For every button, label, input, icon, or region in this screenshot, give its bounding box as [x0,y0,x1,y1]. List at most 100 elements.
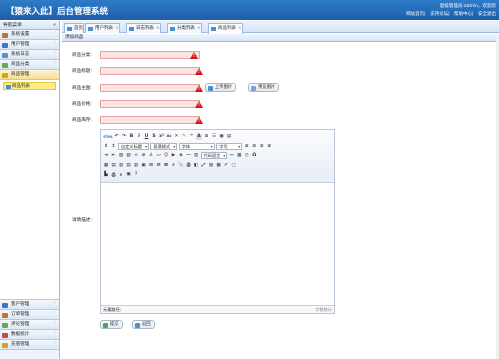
link-icon[interactable]: ∞ [133,153,139,159]
code-language-dropdown[interactable]: 代码语言 [200,152,228,160]
superscript-icon[interactable]: x² [159,134,165,140]
template-icon[interactable]: ▥ [193,153,199,159]
anchor-icon[interactable]: ⚓ [148,153,154,159]
right-float-icon[interactable]: ▨ [126,153,132,159]
clear-format-icon[interactable]: ✕ [174,134,180,140]
date-icon[interactable]: ▦ [236,153,242,159]
redo-icon[interactable]: ↷ [121,134,127,140]
tab-goods-list[interactable]: 商品列表 × [208,23,243,34]
select-all-icon[interactable]: ▣ [219,134,225,140]
sidebar-item-settings[interactable]: 系统设置 ˅ [0,30,59,40]
close-icon[interactable]: × [115,26,119,31]
time-icon[interactable]: ◷ [244,153,250,159]
drafts-icon[interactable]: ▣ [126,172,132,178]
align-left-icon[interactable]: ≡ [244,143,250,149]
source-code-button[interactable]: HTML [103,134,113,140]
horizontal-rule-icon[interactable]: — [229,153,235,159]
close-icon[interactable]: × [197,26,201,31]
close-icon[interactable]: × [238,26,242,31]
map-icon[interactable]: ◈ [178,153,184,159]
attachment-icon[interactable]: 📎 [178,162,184,168]
page-break-icon[interactable]: ⋯ [186,153,192,159]
row-spacing-icon[interactable]: ⇕ [103,143,109,149]
ordered-list-icon[interactable]: ☰ [211,134,217,140]
delete-row-icon[interactable]: ▤ [126,162,132,168]
submit-button[interactable]: 提交 [100,320,123,329]
scrawl-icon[interactable]: ✐ [223,162,229,168]
print-icon[interactable]: ⎙ [186,162,192,168]
table-props-icon[interactable]: ⊠ [163,162,169,168]
link-home[interactable]: 网站首页 [406,12,424,17]
subscript-icon[interactable]: x₂ [166,134,172,140]
sidebar-item-categories[interactable]: 商品分类 ˅ [0,60,59,70]
format-painter-icon[interactable]: ✎ [181,134,187,140]
upload-image-button[interactable]: 上传图片 [205,83,237,92]
sidebar-item-recharge[interactable]: 充值管理 ˅ [0,340,59,350]
video-icon[interactable]: ▶ [171,153,177,159]
unlink-icon[interactable]: ⊘ [141,153,147,159]
rich-text-editor[interactable]: HTML ↶ ↷ B I U S x² x₂ ✕ ✎ ❝ A ≡ ☰ ▣ ▤ ⇕… [100,129,335,314]
sidebar-subitem-goods-list[interactable]: 商品列表 [3,82,56,90]
justify-icon[interactable]: ≡ [266,143,272,149]
sidebar-item-goods[interactable]: 商品管理 ˄ [0,70,59,80]
word-count-icon[interactable]: ▨ [208,162,214,168]
link-logout[interactable]: 安全退出 [478,12,496,17]
collapse-icon[interactable]: « [53,21,56,30]
tab-category-list[interactable]: 分类列表 × [167,23,202,33]
underline-icon[interactable]: U [144,134,150,140]
close-icon[interactable]: × [156,26,160,31]
custom-title-dropdown[interactable]: 自定义标题 [118,142,149,150]
link-help[interactable]: 帮助中心 [454,12,472,17]
sidebar-item-customers[interactable]: 客户管理 ˅ [0,300,59,310]
align-right-icon[interactable]: ≡ [259,143,265,149]
delete-col-icon[interactable]: ▥ [133,162,139,168]
blockquote-icon[interactable]: ❝ [189,134,195,140]
table-icon[interactable]: ▦ [103,162,109,168]
bold-icon[interactable]: B [129,134,135,140]
clean-doc-icon[interactable]: ▤ [226,134,232,140]
preview-image-button[interactable]: 预览图片 [248,83,280,92]
font-family-dropdown[interactable]: 字体 [178,142,215,150]
align-center-icon[interactable]: ≡ [251,143,257,149]
sidebar-item-users[interactable]: 用户管理 ˅ [0,40,59,50]
strikethrough-icon[interactable]: S [151,134,157,140]
text-color-icon[interactable]: A [196,133,202,140]
price-input[interactable] [100,100,200,108]
back-button[interactable]: 返回 [132,320,155,329]
help-icon[interactable]: ? [133,172,139,178]
chart-icon[interactable]: ▙ [103,172,109,178]
paragraph-format-dropdown[interactable]: 段落格式 [150,142,178,150]
left-float-icon[interactable]: ▧ [118,153,124,159]
category-select[interactable]: ⌄ [100,51,200,59]
insert-col-icon[interactable]: ▥ [118,162,124,168]
print-icon[interactable]: ⎙ [111,172,117,178]
split-cells-icon[interactable]: ⊞ [148,162,154,168]
line-height-icon[interactable]: ↕ [111,143,117,149]
search-replace-icon[interactable]: ⌕ [171,162,177,168]
tab-user-list[interactable]: 用户列表 × [85,23,120,33]
font-size-dropdown[interactable]: 字号 [216,142,243,150]
special-char-icon[interactable]: Ω [251,153,257,159]
fullscreen-icon[interactable]: ⤢ [201,162,207,168]
stock-input[interactable] [100,116,200,124]
insert-row-icon[interactable]: ▤ [111,162,117,168]
sidebar-item-stats[interactable]: 数据统计 ˅ [0,330,59,340]
tab-home[interactable]: 首页 [64,23,84,33]
indent-icon[interactable]: ⇥ [103,153,109,159]
editor-body[interactable] [101,183,334,305]
preview-icon[interactable]: ◧ [193,162,199,168]
merge-cells-icon[interactable]: ▣ [141,162,147,168]
sidebar-item-comments[interactable]: 评论管理 ˅ [0,320,59,330]
sidebar-item-logs[interactable]: 系统日志 ˅ [0,50,59,60]
image-input[interactable] [100,84,200,92]
outdent-icon[interactable]: ⇤ [111,153,117,159]
list-icon[interactable]: ≡ [204,134,210,140]
image-icon[interactable]: ▭ [156,153,162,159]
emoji-icon[interactable]: ☺ [163,153,169,159]
drafts-icon[interactable]: ▩ [216,162,222,168]
search-icon[interactable]: ⌕ [118,172,124,178]
undo-icon[interactable]: ↶ [114,134,120,140]
tab-log-list[interactable]: 日志列表 × [126,23,161,33]
title-input[interactable] [100,67,200,75]
insert-table-icon[interactable]: ⊟ [156,162,162,168]
